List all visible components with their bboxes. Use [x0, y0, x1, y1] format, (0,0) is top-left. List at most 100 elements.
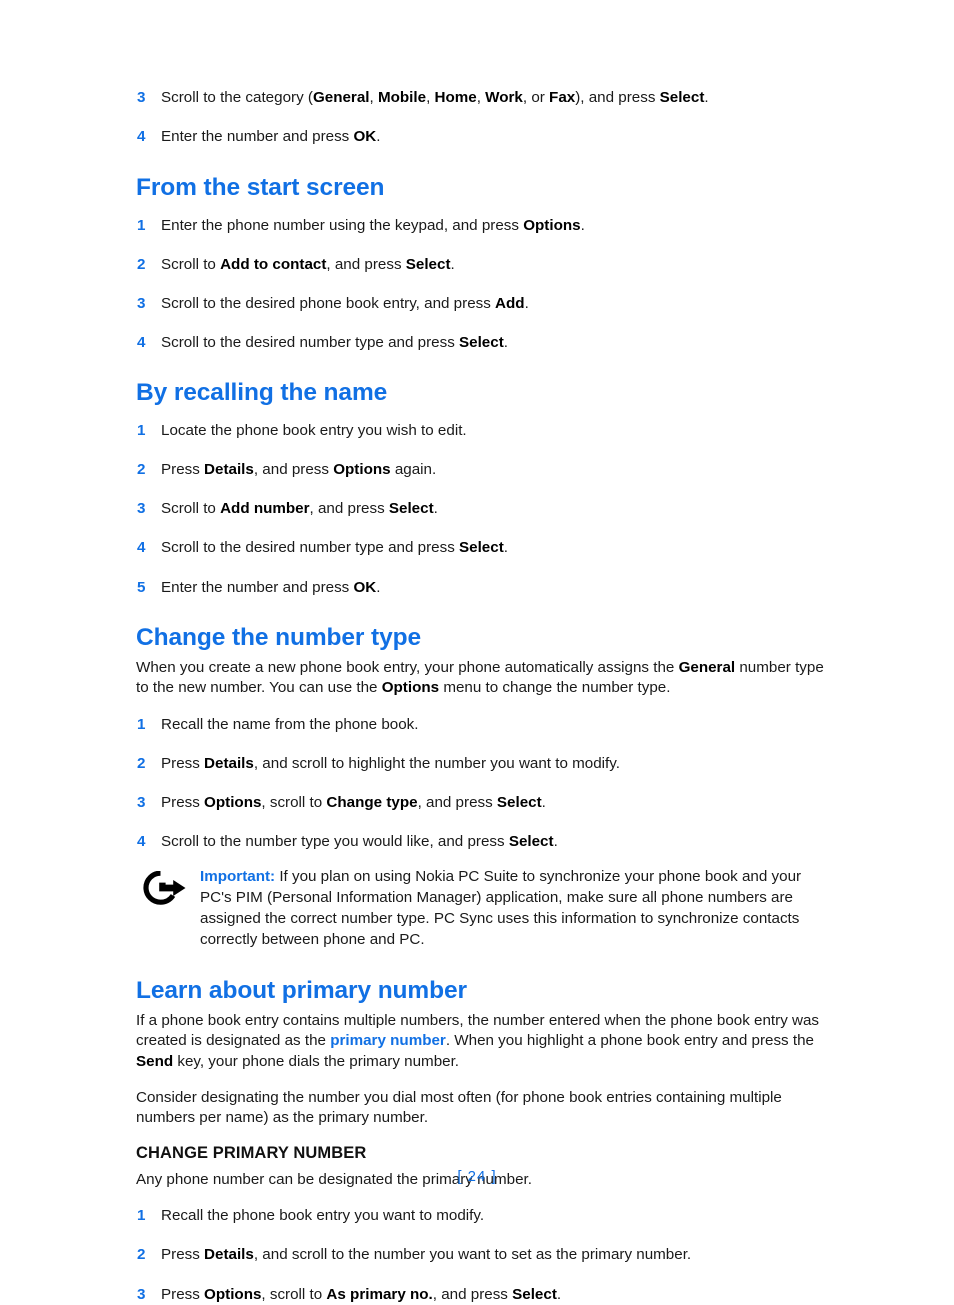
text-run: When you create a new phone book entry, …	[136, 658, 679, 676]
step-item: 3 Scroll to the category (General, Mobile…	[136, 88, 836, 108]
step-text: Recall the name from the phone book.	[161, 716, 419, 733]
step-item: 4 Scroll to the number type you would lik…	[136, 832, 836, 852]
emphasis-term: Details	[204, 1246, 254, 1264]
emphasis-term: Select	[512, 1285, 557, 1303]
step-text: Enter the phone number using the keypad,…	[161, 217, 585, 234]
text-run: Press	[161, 1285, 205, 1303]
heading-by-recalling-the-name: By recalling the name	[136, 379, 388, 407]
paragraph-primary-number-1: If a phone book entry contains multiple …	[136, 1011, 836, 1073]
steps-list-change-primary-number: 1 Recall the phone book entry you want to…	[136, 1206, 836, 1304]
text-run: Consider designating the number you dial…	[136, 1088, 782, 1127]
text-run: .	[376, 578, 381, 596]
emphasis-term: Select	[388, 500, 434, 518]
emphasis-term: Options	[381, 679, 440, 697]
emphasis-term: Options	[204, 1285, 262, 1303]
step-text: Scroll to the category (General, Mobile,…	[161, 89, 709, 106]
step-text: Press Details, and scroll to highlight t…	[161, 755, 620, 772]
text-run: . When you highlight a phone book entry …	[445, 1032, 814, 1050]
text-run: Enter the phone number using the keypad,…	[161, 217, 524, 235]
text-run: Press	[161, 461, 205, 479]
step-item: 1 Enter the phone number using the keypad…	[136, 216, 836, 236]
text-run: , scroll to	[261, 793, 327, 811]
step-number: 1	[137, 715, 146, 733]
emphasis-term: Work	[485, 89, 523, 106]
step-text: Press Options, scroll to Change type, an…	[161, 794, 546, 811]
page-number: [ 24 ]	[457, 1168, 497, 1185]
document-page-content: 3 Scroll to the category (General, Mobile…	[136, 88, 836, 1305]
text-run: , and press	[432, 1285, 513, 1303]
step-text: Scroll to the desired phone book entry, …	[161, 295, 529, 312]
text-run: , and scroll to the number you want to s…	[253, 1246, 692, 1264]
emphasis-term: As primary no.	[326, 1285, 433, 1303]
emphasis-term: Select	[659, 89, 705, 106]
text-run: key, your phone dials the primary number…	[173, 1052, 460, 1070]
text-run: .	[450, 256, 455, 274]
emphasis-term: Add	[495, 295, 525, 313]
important-note-text: If you plan on using Nokia PC Suite to s…	[200, 868, 801, 948]
step-number: 3	[137, 500, 146, 518]
step-text: Press Options, scroll to As primary no.,…	[161, 1286, 561, 1303]
step-item: 3 Press Options, scroll to As primary no.…	[136, 1285, 836, 1305]
step-text: Recall the phone book entry you want to …	[161, 1207, 484, 1224]
text-run: Press	[161, 754, 205, 772]
step-item: 1 Recall the phone book entry you want to…	[136, 1206, 836, 1226]
text-run: Recall the phone book entry you want to …	[161, 1207, 485, 1225]
text-run: Scroll to	[161, 500, 221, 518]
text-run: Press	[161, 1246, 205, 1264]
text-run: menu to change the number type.	[439, 679, 671, 697]
emphasis-term: Send	[136, 1052, 174, 1070]
step-text: Scroll to the desired number type and pr…	[161, 334, 508, 351]
step-text: Scroll to Add to contact, and press Sele…	[161, 256, 455, 273]
step-text: Scroll to the desired number type and pr…	[161, 539, 508, 556]
step-number: 2	[137, 754, 146, 772]
text-run: .	[433, 500, 438, 518]
step-item: 2 Press Details, and scroll to the number…	[136, 1245, 836, 1265]
emphasis-term: Add number	[220, 500, 310, 518]
step-text: Enter the number and press OK.	[161, 128, 381, 145]
step-number: 4	[137, 128, 146, 146]
emphasis-term: Select	[405, 256, 451, 274]
step-number: 3	[137, 1285, 146, 1303]
step-item: 4 Enter the number and press OK.	[136, 127, 836, 147]
step-text: Enter the number and press OK.	[161, 579, 381, 596]
text-run: ,	[426, 89, 435, 106]
emphasis-term: Options	[333, 461, 391, 479]
step-item: 4 Scroll to the desired number type and p…	[136, 538, 836, 558]
emphasis-term: Details	[204, 461, 254, 479]
emphasis-term: Details	[204, 754, 254, 772]
step-number: 3	[137, 89, 146, 106]
paragraph-primary-number-2: Consider designating the number you dial…	[136, 1088, 836, 1129]
step-item: 3 Scroll to Add number, and press Select.	[136, 499, 836, 519]
step-text: Scroll to Add number, and press Select.	[161, 500, 438, 517]
step-text: Scroll to the number type you would like…	[161, 833, 558, 850]
emphasis-term: OK	[353, 578, 377, 596]
text-run: Enter the number and press	[161, 578, 354, 596]
emphasis-term: Add to contact	[220, 256, 327, 274]
paragraph-change-number-type-intro: When you create a new phone book entry, …	[136, 658, 836, 699]
text-run: Scroll to the desired number type and pr…	[161, 539, 460, 557]
text-run: .	[524, 295, 529, 313]
emphasis-term: Home	[434, 89, 477, 106]
step-text: Press Details, and scroll to the number …	[161, 1246, 691, 1263]
text-run: .	[376, 128, 381, 146]
steps-list-continued: 3 Scroll to the category (General, Mobile…	[136, 88, 836, 147]
text-run: ), and press	[575, 89, 660, 106]
text-run: Locate the phone book entry you wish to …	[161, 422, 467, 440]
text-run: If you plan on using Nokia PC Suite to s…	[200, 868, 802, 948]
text-run: Scroll to	[161, 256, 221, 274]
text-run: .	[704, 89, 709, 106]
text-run: , and press	[253, 461, 334, 479]
text-run: .	[556, 1285, 562, 1303]
emphasis-term: Select	[508, 833, 554, 851]
step-number: 2	[137, 256, 146, 274]
step-item: 2 Press Details, and scroll to highlight …	[136, 754, 836, 774]
step-number: 5	[137, 578, 146, 596]
text-run: ,	[476, 89, 486, 106]
text-run: Scroll to the category (	[161, 89, 313, 106]
text-run: Scroll to the number type you would like…	[161, 833, 509, 851]
heading-learn-about-primary-number: Learn about primary number	[136, 976, 467, 1004]
text-run: Enter the number and press	[161, 128, 354, 146]
emphasis-term: General	[678, 658, 736, 676]
heading-change-the-number-type: Change the number type	[136, 623, 422, 651]
step-item: 5 Enter the number and press OK.	[136, 578, 836, 598]
